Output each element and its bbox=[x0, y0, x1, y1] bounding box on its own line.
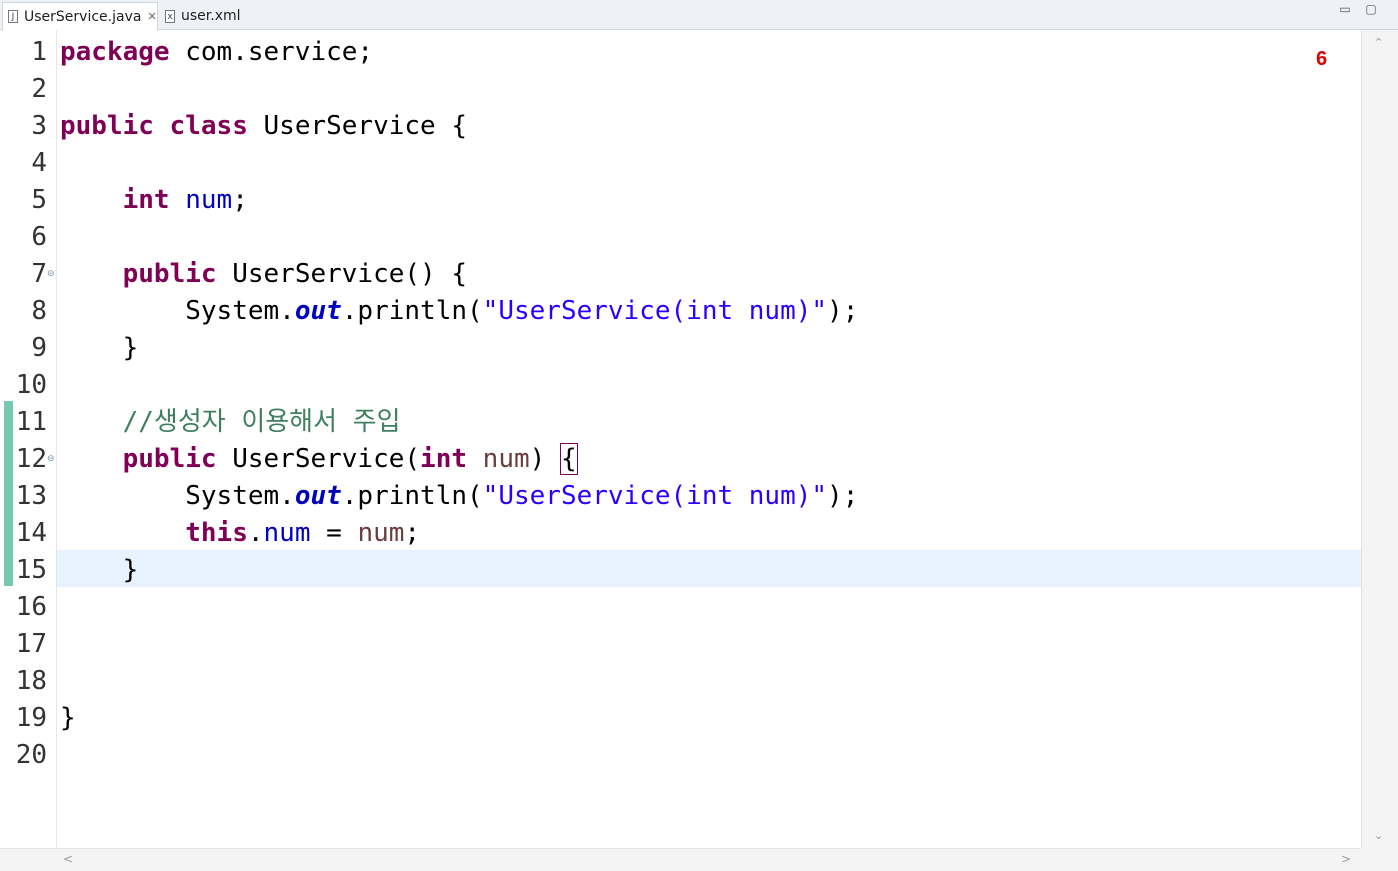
code-line-14[interactable]: this.num = num; bbox=[60, 515, 420, 552]
window-controls: ▭ ▢ bbox=[1338, 2, 1378, 16]
code-line-15[interactable]: } bbox=[60, 552, 139, 589]
code-line-11[interactable]: //생성자 이용해서 주입 bbox=[60, 404, 401, 441]
code-line-1[interactable]: package com.service; bbox=[60, 34, 373, 71]
line-number: 4 bbox=[31, 148, 47, 178]
java-file-icon: J bbox=[8, 10, 18, 23]
line-number: 20 bbox=[15, 740, 47, 770]
line-number: 5 bbox=[31, 185, 47, 215]
code-line-12[interactable]: public UserService(int num) { bbox=[60, 441, 578, 478]
scroll-up-arrow[interactable]: ⌃ bbox=[1374, 36, 1383, 49]
line-number-ruler[interactable]: 1 2 3 4 5 6 7 ⊖ 8 9 10 11 12 ⊖ 13 14 15 16… bbox=[0, 30, 57, 848]
line-number: 1 bbox=[31, 37, 47, 67]
collapse-icon[interactable]: ⊖ bbox=[47, 256, 55, 293]
collapse-icon[interactable]: ⊖ bbox=[47, 441, 55, 478]
horizontal-scrollbar[interactable]: < > bbox=[57, 848, 1361, 871]
line-number: 6 bbox=[31, 222, 47, 252]
line-number: 7 bbox=[31, 259, 47, 289]
vertical-scrollbar[interactable]: ⌃ ⌄ bbox=[1361, 30, 1398, 848]
tab-label: user.xml bbox=[181, 8, 241, 24]
tab-userservice-java[interactable]: J UserService.java ✕ bbox=[2, 2, 158, 30]
scrollbar-corner bbox=[1361, 848, 1398, 871]
code-line-7[interactable]: public UserService() { bbox=[60, 256, 467, 293]
line-number: 10 bbox=[15, 370, 47, 400]
line-number: 2 bbox=[31, 74, 47, 104]
scrollbar-corner bbox=[0, 848, 57, 871]
scroll-down-arrow[interactable]: ⌄ bbox=[1374, 829, 1383, 842]
line-number: 9 bbox=[31, 333, 47, 363]
line-number: 14 bbox=[15, 518, 47, 548]
tab-user-xml[interactable]: x user.xml bbox=[160, 2, 242, 30]
current-line-highlight bbox=[57, 550, 1361, 587]
line-number: 16 bbox=[15, 592, 47, 622]
code-line-13[interactable]: System.out.println("UserService(int num)… bbox=[60, 478, 858, 515]
scroll-left-arrow[interactable]: < bbox=[63, 852, 73, 866]
line-number: 19 bbox=[15, 703, 47, 733]
close-icon[interactable]: ✕ bbox=[147, 10, 156, 23]
tab-label: UserService.java bbox=[24, 8, 142, 25]
editor-tab-bar: J UserService.java ✕ x user.xml ▭ ▢ bbox=[0, 0, 1398, 30]
code-line-9[interactable]: } bbox=[60, 330, 139, 367]
matching-bracket: { bbox=[559, 443, 578, 475]
code-line-3[interactable]: public class UserService { bbox=[60, 108, 467, 145]
code-line-19[interactable]: } bbox=[60, 700, 76, 737]
minimize-button[interactable]: ▭ bbox=[1338, 2, 1352, 16]
line-number: 15 bbox=[15, 555, 47, 585]
line-number: 17 bbox=[15, 629, 47, 659]
code-line-8[interactable]: System.out.println("UserService(int num)… bbox=[60, 293, 858, 330]
scroll-right-arrow[interactable]: > bbox=[1341, 852, 1351, 866]
code-editor[interactable]: package com.service; public class UserSe… bbox=[57, 30, 1361, 848]
line-number: 13 bbox=[15, 481, 47, 511]
problem-count-badge: 6 bbox=[1316, 48, 1328, 70]
line-number: 18 bbox=[15, 666, 47, 696]
maximize-button[interactable]: ▢ bbox=[1364, 2, 1378, 16]
line-number: 3 bbox=[31, 111, 47, 141]
line-number: 8 bbox=[31, 296, 47, 326]
code-line-5[interactable]: int num; bbox=[60, 182, 248, 219]
xml-file-icon: x bbox=[165, 9, 175, 23]
line-number: 11 bbox=[15, 407, 47, 437]
line-number: 12 bbox=[15, 444, 47, 474]
